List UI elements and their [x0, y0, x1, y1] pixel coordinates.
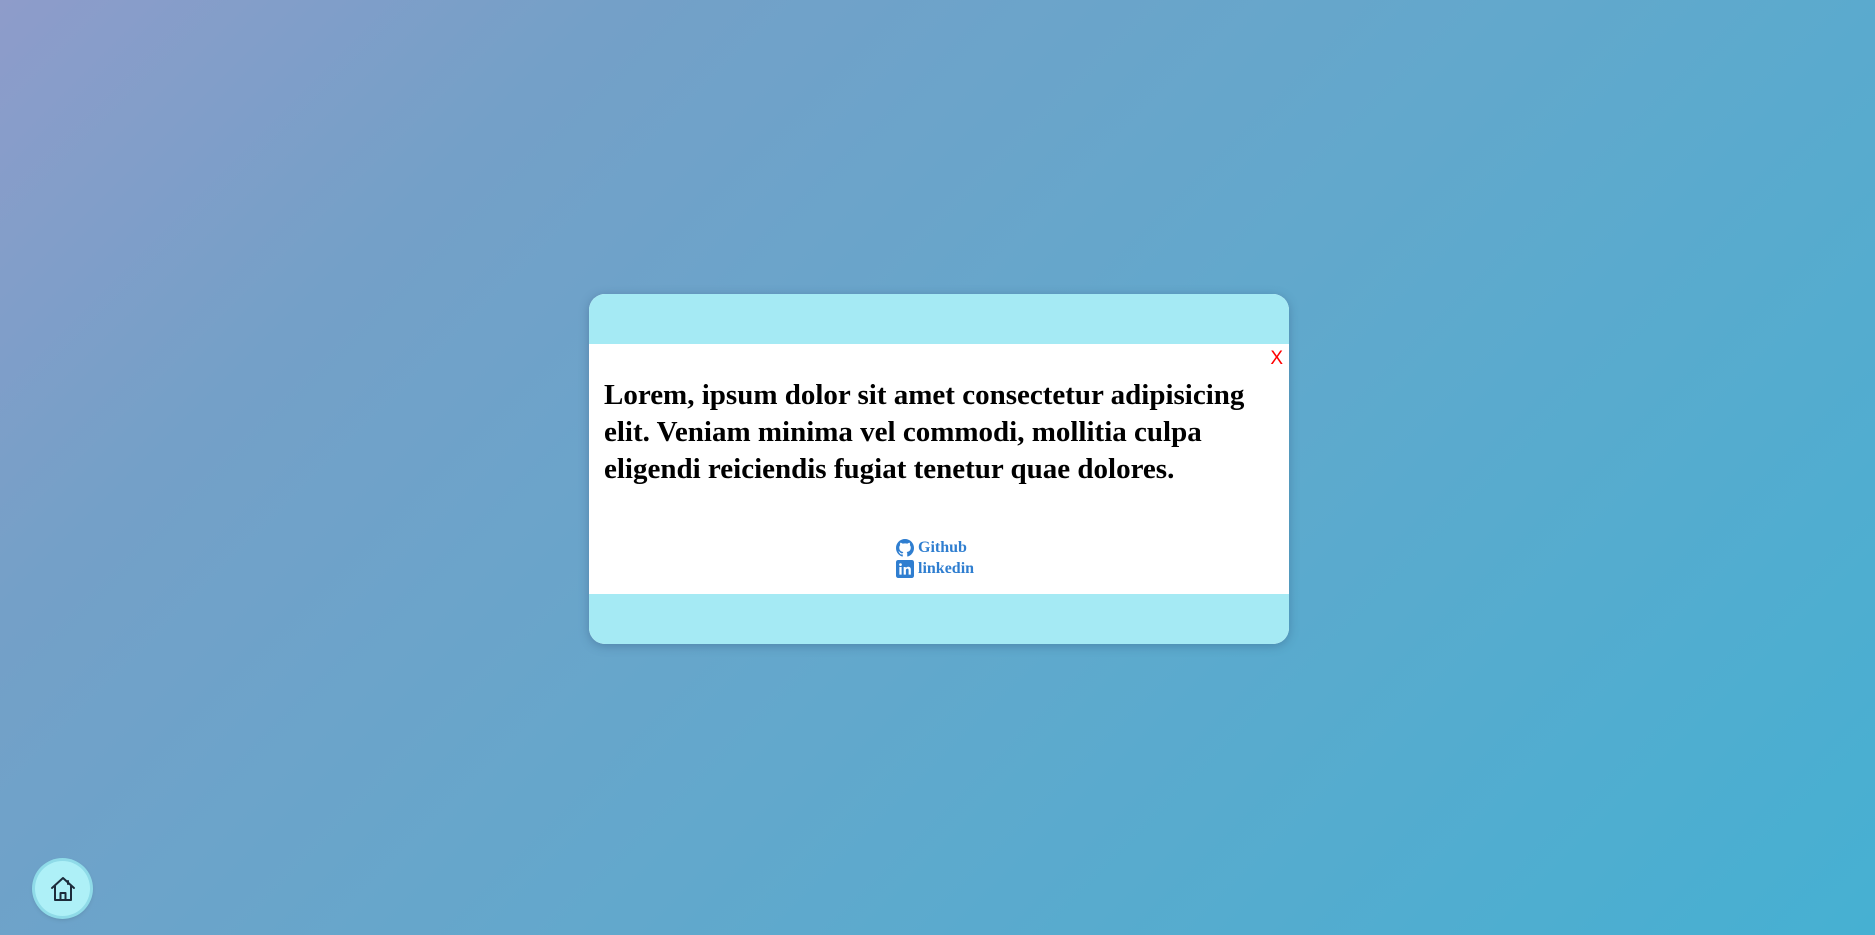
social-links: Github linkedin — [896, 537, 974, 579]
modal-header — [589, 294, 1289, 344]
modal-dialog: X Lorem, ipsum dolor sit amet consectetu… — [589, 294, 1289, 644]
modal-message: Lorem, ipsum dolor sit amet consectetur … — [604, 379, 1245, 485]
modal-body: X Lorem, ipsum dolor sit amet consectetu… — [589, 344, 1289, 594]
home-icon — [50, 876, 75, 901]
modal-footer — [589, 594, 1289, 644]
github-link-label: Github — [918, 539, 967, 556]
github-icon — [896, 538, 914, 557]
github-link[interactable]: Github — [896, 537, 974, 558]
linkedin-link[interactable]: linkedin — [896, 558, 974, 579]
home-button[interactable] — [35, 861, 90, 916]
linkedin-icon — [896, 559, 914, 578]
close-button[interactable]: X — [1270, 349, 1283, 369]
linkedin-link-label: linkedin — [918, 560, 975, 577]
